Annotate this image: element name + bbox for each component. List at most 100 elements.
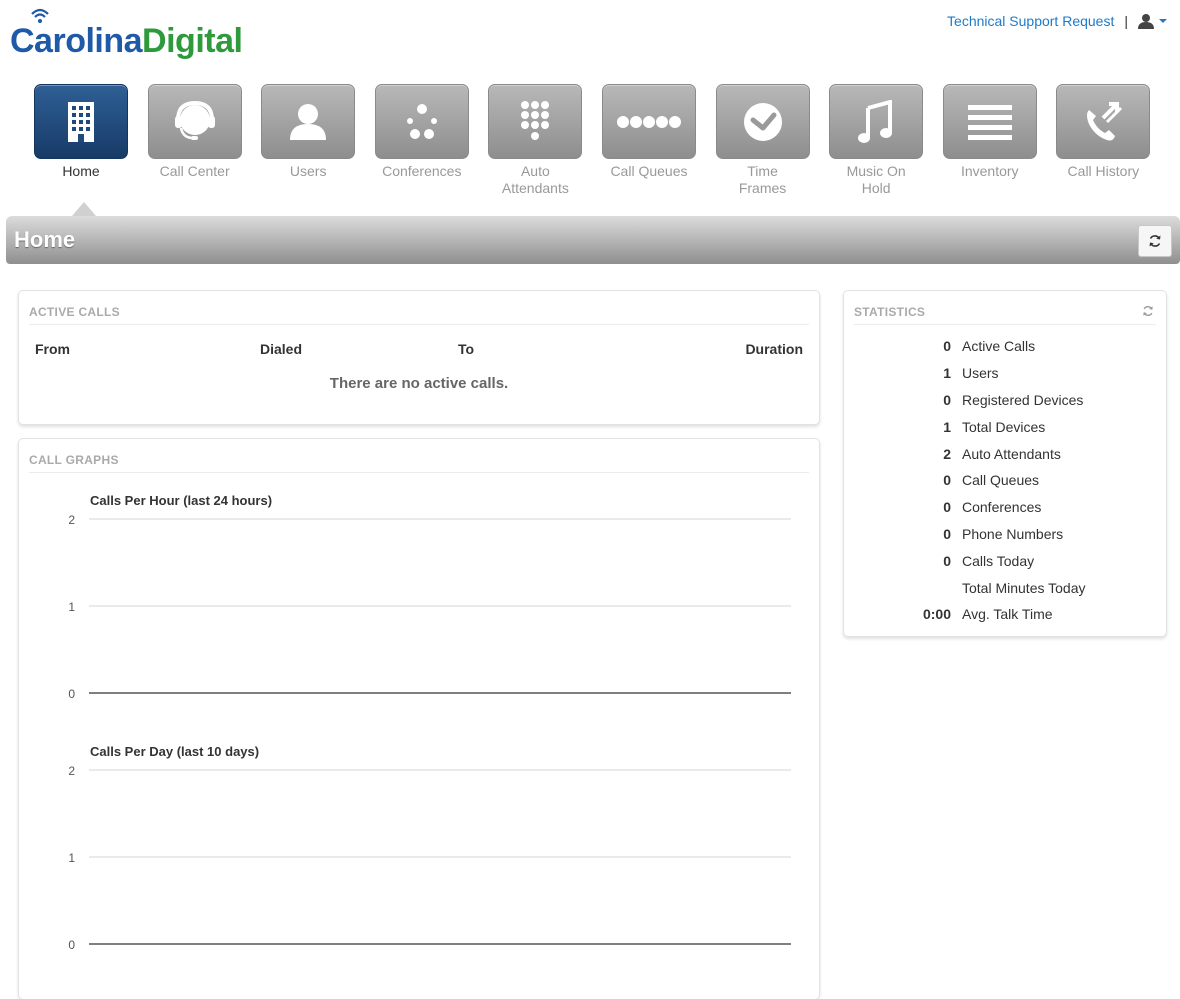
stat-row-total-minutes-today: Total Minutes Today (844, 574, 1166, 601)
stat-value: 0 (943, 525, 951, 542)
stat-value: 1 (943, 365, 951, 382)
nav-call-center-tile[interactable] (147, 84, 242, 159)
active-calls-title: ACTIVE CALLS (29, 291, 809, 325)
stat-row-avg-talk-time: 0:00 Avg. Talk Time (844, 601, 1166, 628)
nav-time-frames[interactable]: Time Frames (715, 84, 810, 197)
logo-text-digital: Digital (142, 22, 243, 60)
nav-call-history-tile[interactable] (1056, 84, 1151, 159)
nav-home-label: Home (62, 163, 100, 179)
nav-inventory-tile[interactable] (942, 84, 1037, 159)
column-header-from: From (35, 341, 70, 357)
stat-row-active-calls: 0 Active Calls (844, 333, 1166, 360)
keypad-icon (521, 100, 550, 140)
nav-call-history-label: Call History (1067, 163, 1140, 179)
stat-label: Phone Numbers (962, 525, 1064, 542)
nav-call-queues-tile[interactable] (601, 84, 696, 159)
stat-value: 0 (943, 499, 951, 516)
stat-label: Total Devices (962, 418, 1046, 435)
caret-down-icon (1159, 19, 1167, 23)
active-calls-panel: ACTIVE CALLS From Dialed To Duration The… (18, 290, 820, 425)
page-title-bar: Home (6, 216, 1180, 264)
call-graphs-panel: CALL GRAPHS Calls Per Hour (last 24 hour… (18, 438, 820, 999)
page-title: Home (14, 227, 76, 252)
nav-users-tile[interactable] (261, 84, 356, 159)
user-menu-button[interactable] (1138, 13, 1168, 29)
stat-row-call-queues: 0 Call Queues (844, 467, 1166, 494)
logo-text-carolina: Carolina (10, 22, 143, 60)
stat-row-total-devices: 1 Total Devices (844, 413, 1166, 440)
chart-title: Calls Per Day (last 10 days) (90, 744, 259, 759)
stat-label: Users (962, 365, 999, 382)
nav-conferences[interactable]: Conferences (374, 84, 469, 197)
column-header-duration: Duration (745, 341, 803, 357)
stat-value: 0 (943, 338, 951, 355)
page-refresh-button[interactable] (1138, 225, 1172, 257)
stat-row-conferences: 0 Conferences (844, 494, 1166, 521)
nav-inventory-label: Inventory (960, 163, 1019, 179)
stat-label: Registered Devices (962, 391, 1084, 408)
stat-row-auto-attendants: 2 Auto Attendants (844, 440, 1166, 467)
list-icon (967, 104, 1012, 140)
nav-conferences-label: Conferences (382, 163, 462, 179)
separator: | (1124, 13, 1128, 29)
nav-music-on-hold[interactable]: Music On Hold (829, 84, 924, 197)
conference-dots-icon (406, 103, 437, 139)
active-calls-header: From Dialed To Duration (19, 325, 819, 359)
stat-row-phone-numbers: 0 Phone Numbers (844, 521, 1166, 548)
clock-check-icon (743, 102, 782, 141)
stat-label: Call Queues (962, 472, 1040, 489)
nav-users[interactable]: Users (261, 84, 356, 197)
main-nav: Home Call Center Users Conferences Auto … (34, 84, 1151, 197)
stat-label: Calls Today (962, 552, 1035, 569)
nav-time-frames-label: Time Frames (738, 163, 787, 196)
statistics-title: STATISTICS (854, 291, 1156, 325)
carolina-digital-logo[interactable]: CarolinaDigital (10, 8, 260, 60)
nav-conferences-tile[interactable] (374, 84, 469, 159)
y-tick-label: 2 (68, 764, 75, 778)
stat-value: 0 (943, 391, 951, 408)
nav-call-queues-label: Call Queues (610, 163, 688, 179)
nav-time-frames-tile[interactable] (715, 84, 810, 159)
nav-call-center[interactable]: Call Center (147, 84, 242, 197)
top-right-menu: Technical Support Request | (947, 13, 1168, 29)
stat-value: 2 (943, 445, 951, 462)
nav-music-on-hold-label: Music On Hold (846, 163, 906, 196)
stat-value: 1 (943, 418, 951, 435)
logo-text: CarolinaDigital (10, 22, 243, 61)
nav-call-history[interactable]: Call History (1056, 84, 1151, 197)
no-active-calls-message: There are no active calls. (329, 375, 509, 392)
y-tick-label: 0 (68, 687, 75, 701)
nav-home-tile[interactable] (34, 84, 128, 159)
nav-auto-attendants[interactable]: Auto Attendants (488, 84, 583, 197)
phone-history-icon (1087, 101, 1123, 140)
technical-support-link[interactable]: Technical Support Request (947, 13, 1114, 29)
nav-music-on-hold-tile[interactable] (829, 84, 924, 159)
refresh-icon (1149, 235, 1161, 247)
nav-users-label: Users (289, 163, 327, 179)
stat-value: 0 (943, 472, 951, 489)
stat-row-calls-today: 0 Calls Today (844, 547, 1166, 574)
nav-home[interactable]: Home (34, 84, 128, 197)
call-graphs-chart: Calls Per Hour (last 24 hours) 0 1 2 Calls P… (68, 493, 791, 952)
stat-label: Total Minutes Today (962, 579, 1086, 596)
chart-title: Calls Per Hour (last 24 hours) (90, 493, 272, 508)
headset-icon (174, 100, 215, 140)
nav-auto-attendants-tile[interactable] (488, 84, 583, 159)
stat-label: Auto Attendants (962, 445, 1061, 462)
building-icon (68, 101, 94, 142)
statistics-panel: STATISTICS 0 Active Calls 1 Users 0 Registe… (843, 290, 1167, 637)
y-tick-label: 1 (68, 851, 75, 865)
statistics-list: 0 Active Calls 1 Users 0 Registered Devices… (844, 333, 1166, 628)
stat-value: 0:00 (922, 606, 951, 623)
nav-call-center-label: Call Center (159, 163, 230, 179)
stat-row-registered-devices: 0 Registered Devices (844, 387, 1166, 414)
statistics-refresh-icon[interactable] (1142, 305, 1154, 317)
stat-label: Conferences (962, 499, 1042, 516)
stat-label: Avg. Talk Time (962, 606, 1053, 623)
nav-call-queues[interactable]: Call Queues (601, 84, 696, 197)
nav-auto-attendants-label: Auto Attendants (501, 163, 569, 196)
column-header-dialed: Dialed (260, 341, 303, 357)
user-icon (1138, 14, 1154, 29)
y-tick-label: 0 (68, 938, 75, 952)
nav-inventory[interactable]: Inventory (942, 84, 1037, 197)
